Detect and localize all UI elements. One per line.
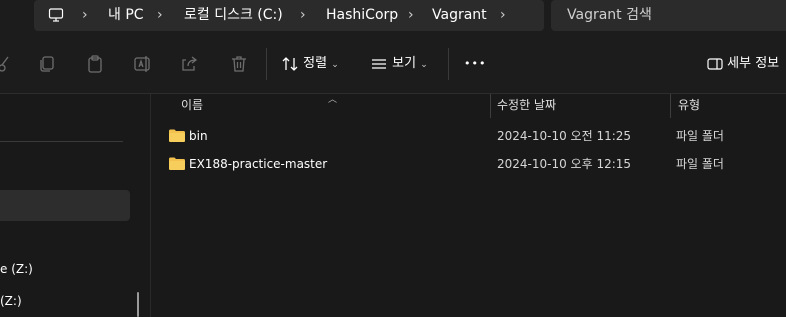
copy-icon[interactable] xyxy=(37,54,57,74)
chevron-right-icon[interactable]: › xyxy=(300,0,306,31)
details-pane-icon xyxy=(707,57,723,70)
pc-monitor-icon[interactable] xyxy=(48,7,64,27)
share-icon[interactable] xyxy=(180,54,200,74)
rename-icon[interactable] xyxy=(133,54,153,74)
breadcrumb-local-disk[interactable]: 로컬 디스크 (C:) xyxy=(184,0,283,31)
nav-item-network-drive[interactable]: e (Z:) xyxy=(0,262,33,276)
chevron-right-icon[interactable]: › xyxy=(82,0,88,31)
chevron-right-icon[interactable]: › xyxy=(500,0,506,31)
column-header-name[interactable]: 이름 xyxy=(181,94,203,118)
cut-icon[interactable] xyxy=(0,54,10,74)
nav-item-drive-z[interactable]: (Z:) xyxy=(0,294,22,308)
address-bar-row: › 내 PC › 로컬 디스크 (C:) › HashiCorp › Vagra… xyxy=(0,0,786,36)
chevron-down-icon: ⌄ xyxy=(331,60,339,70)
folder-icon xyxy=(169,157,185,170)
nav-item-selected[interactable] xyxy=(0,190,130,221)
column-header-type[interactable]: 유형 xyxy=(678,94,700,118)
file-name[interactable]: EX188-practice-master xyxy=(189,150,327,178)
chevron-right-icon[interactable]: › xyxy=(157,0,163,31)
paste-icon[interactable] xyxy=(85,54,105,74)
view-button[interactable]: 보기 ⌄ xyxy=(370,52,428,76)
nav-divider xyxy=(0,141,123,142)
file-list: ︿ 이름 수정한 날짜 유형 bin 2024-10-10 오전 11:25 파… xyxy=(151,94,786,317)
sort-button[interactable]: 정렬 ⌄ xyxy=(281,52,339,76)
breadcrumb-this-pc[interactable]: 내 PC xyxy=(108,0,144,31)
chevron-right-icon[interactable]: › xyxy=(408,0,414,31)
toolbar-separator xyxy=(266,48,267,80)
toolbar-separator xyxy=(448,48,449,80)
more-options-button[interactable]: ••• xyxy=(464,52,486,76)
nav-scrollbar[interactable] xyxy=(137,292,139,317)
delete-icon[interactable] xyxy=(229,54,249,74)
column-divider[interactable] xyxy=(670,94,671,118)
view-label: 보기 xyxy=(392,56,417,71)
details-label: 세부 정보 xyxy=(727,56,780,71)
search-box[interactable]: Vagrant 검색 xyxy=(551,0,786,31)
details-pane-button[interactable]: 세부 정보 xyxy=(707,52,779,76)
file-modified: 2024-10-10 오전 11:25 xyxy=(497,129,632,143)
column-header-modified[interactable]: 수정한 날짜 xyxy=(497,94,556,118)
file-type: 파일 폴더 xyxy=(676,157,724,171)
address-bar[interactable]: › 내 PC › 로컬 디스크 (C:) › HashiCorp › Vagra… xyxy=(34,0,544,31)
file-name[interactable]: bin xyxy=(189,122,208,150)
column-divider[interactable] xyxy=(490,94,491,118)
navigation-pane: e (Z:) (Z:) xyxy=(0,94,140,317)
search-placeholder[interactable]: Vagrant 검색 xyxy=(567,0,652,31)
chevron-down-icon: ⌄ xyxy=(420,60,428,70)
view-lines-icon xyxy=(372,58,386,69)
folder-icon xyxy=(169,129,185,142)
breadcrumb-hashicorp[interactable]: HashiCorp xyxy=(326,0,398,31)
file-type: 파일 폴더 xyxy=(676,129,724,143)
sort-arrows-icon xyxy=(282,56,298,71)
sort-label: 정렬 xyxy=(303,56,328,71)
file-row[interactable]: EX188-practice-master 2024-10-10 오후 12:1… xyxy=(151,150,786,178)
file-modified: 2024-10-10 오후 12:15 xyxy=(497,157,632,171)
file-row[interactable]: bin 2024-10-10 오전 11:25 파일 폴더 xyxy=(151,122,786,150)
breadcrumb-vagrant[interactable]: Vagrant xyxy=(432,0,487,31)
sort-indicator-icon: ︿ xyxy=(328,95,338,105)
command-bar: 정렬 ⌄ 보기 ⌄ ••• 세부 정보 xyxy=(0,36,786,94)
